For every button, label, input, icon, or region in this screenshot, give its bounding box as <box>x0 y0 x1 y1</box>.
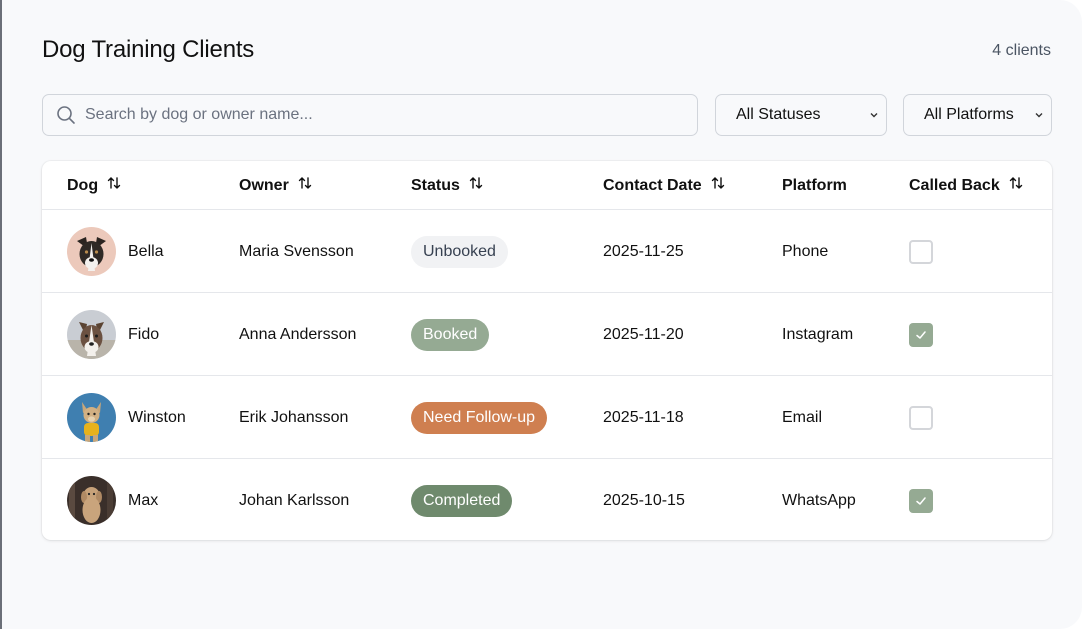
chevron-down-icon <box>1035 113 1043 118</box>
app-window: Dog Training Clients 4 clients All Statu… <box>0 0 1082 629</box>
sort-arrows-icon[interactable] <box>106 175 122 196</box>
column-header-called-back[interactable]: Called Back <box>909 161 1024 210</box>
dog-cell: Max <box>67 459 158 542</box>
table-row[interactable]: Max Johan Karlsson Completed 2025-10-15 … <box>42 459 1052 542</box>
owner-cell: Maria Svensson <box>239 242 354 260</box>
column-label: Contact Date <box>603 176 702 194</box>
dog-avatar <box>67 227 116 276</box>
check-icon <box>916 330 926 339</box>
owner-cell: Erik Johansson <box>239 408 349 426</box>
page-title: Dog Training Clients <box>42 36 255 63</box>
status-cell: Booked <box>411 293 490 376</box>
called-back-cell <box>909 210 933 293</box>
dog-name: Max <box>128 491 159 509</box>
column-label: Called Back <box>909 176 1000 194</box>
called-back-checkbox[interactable] <box>909 239 933 264</box>
platform-filter-value: All Platforms <box>924 106 1014 123</box>
sort-arrows-icon[interactable] <box>710 175 726 196</box>
table-row[interactable]: Winston Erik Johansson Need Follow-up 20… <box>42 376 1052 459</box>
status-cell: Unbooked <box>411 210 508 293</box>
platform-cell: WhatsApp <box>782 491 856 509</box>
column-label: Platform <box>782 176 847 194</box>
table-row[interactable]: Bella Maria Svensson Unbooked 2025-11-25… <box>42 210 1052 293</box>
status-cell: Completed <box>411 459 513 542</box>
called-back-checkbox[interactable] <box>909 405 933 430</box>
owner-cell: Anna Andersson <box>239 325 357 343</box>
check-icon <box>916 496 926 505</box>
called-back-cell <box>909 376 933 459</box>
search-icon <box>57 106 75 124</box>
owner-cell: Johan Karlsson <box>239 491 350 509</box>
contact-date-cell: 2025-11-25 <box>603 242 684 260</box>
column-header-contact-date[interactable]: Contact Date <box>603 161 726 210</box>
status-badge: Unbooked <box>411 235 508 268</box>
sort-arrows-icon[interactable] <box>1008 175 1024 196</box>
status-badge: Booked <box>411 318 490 351</box>
contact-date-cell: 2025-11-18 <box>603 408 684 426</box>
dog-avatar <box>67 476 116 525</box>
status-badge: Need Follow-up <box>411 401 548 434</box>
called-back-cell <box>909 293 933 376</box>
clients-table: Dog Owner Status Contact Date Platform C… <box>42 161 1052 540</box>
table-row[interactable]: Fido Anna Andersson Booked 2025-11-20 In… <box>42 293 1052 376</box>
column-label: Dog <box>67 176 99 194</box>
dog-cell: Fido <box>67 293 159 376</box>
dog-cell: Bella <box>67 210 164 293</box>
status-badge: Completed <box>411 484 513 517</box>
table-header: Dog Owner Status Contact Date Platform C… <box>42 161 1052 210</box>
status-filter-select[interactable]: All Statuses <box>715 94 887 136</box>
platform-cell: Email <box>782 408 823 426</box>
dog-name: Winston <box>128 408 186 426</box>
status-filter-value: All Statuses <box>736 106 821 123</box>
called-back-cell <box>909 459 933 542</box>
status-cell: Need Follow-up <box>411 376 548 459</box>
dog-name: Fido <box>128 325 160 343</box>
chevron-down-icon <box>870 113 878 118</box>
search-input[interactable] <box>85 106 645 124</box>
column-header-status[interactable]: Status <box>411 161 484 210</box>
platform-filter-select[interactable]: All Platforms <box>903 94 1052 136</box>
platform-cell: Instagram <box>782 325 854 343</box>
column-label: Status <box>411 176 460 194</box>
sort-arrows-icon[interactable] <box>297 175 313 196</box>
contact-date-cell: 2025-10-15 <box>603 491 685 509</box>
sort-arrows-icon[interactable] <box>468 175 484 196</box>
contact-date-cell: 2025-11-20 <box>603 325 684 343</box>
called-back-checkbox[interactable] <box>909 322 933 347</box>
column-header-dog[interactable]: Dog <box>67 161 122 210</box>
dog-avatar <box>67 393 116 442</box>
column-header-platform: Platform <box>782 161 847 210</box>
platform-cell: Phone <box>782 242 829 260</box>
client-count: 4 clients <box>992 42 1051 59</box>
dog-cell: Winston <box>67 376 186 459</box>
dog-avatar <box>67 310 116 359</box>
column-label: Owner <box>239 176 289 194</box>
called-back-checkbox[interactable] <box>909 488 933 513</box>
search-box[interactable] <box>42 94 698 136</box>
column-header-owner[interactable]: Owner <box>239 161 313 210</box>
dog-name: Bella <box>128 242 164 260</box>
